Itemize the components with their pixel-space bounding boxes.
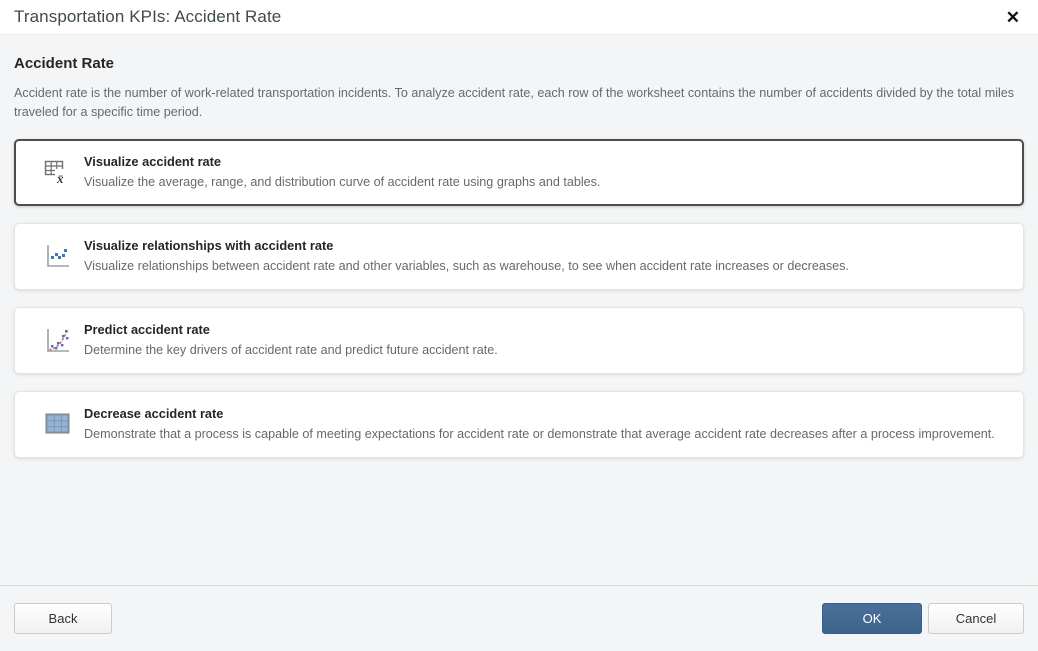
svg-text:x̄: x̄ xyxy=(56,171,64,186)
option-title: Decrease accident rate xyxy=(84,405,224,421)
intro-description: Accident rate is the number of work-rela… xyxy=(14,86,1015,119)
dialog-title: Transportation KPIs: Accident Rate xyxy=(14,7,282,26)
close-icon[interactable]: ✕ xyxy=(1004,7,1022,28)
page-title: Accident Rate xyxy=(14,55,115,72)
option-title: Predict accident rate xyxy=(84,321,210,337)
option-card-decrease-accident-rate[interactable]: Decrease accident rate Demonstrate that … xyxy=(14,390,1024,458)
dialog-footer: Back OK Cancel xyxy=(0,585,1038,651)
option-title: Visualize relationships with accident ra… xyxy=(84,237,334,253)
table-mean-icon: x̄ xyxy=(42,157,72,187)
option-description: Determine the key drivers of accident ra… xyxy=(84,342,498,357)
option-card-visualize-accident-rate[interactable]: x̄ Visualize accident rate Visualize the… xyxy=(14,138,1024,206)
ok-button[interactable]: OK xyxy=(822,603,922,634)
scatter-plot-icon xyxy=(42,241,72,271)
cancel-button[interactable]: Cancel xyxy=(928,603,1024,634)
option-description: Visualize the average, range, and distri… xyxy=(84,174,601,189)
footer-right-buttons: OK Cancel xyxy=(822,603,1024,634)
capability-table-icon xyxy=(42,409,72,439)
dialog-titlebar: Transportation KPIs: Accident Rate ✕ xyxy=(0,0,1038,34)
option-description: Visualize relationships between accident… xyxy=(84,258,849,273)
dialog-body: Accident Rate Accident rate is the numbe… xyxy=(0,34,1038,585)
transportation-kpis-dialog: Transportation KPIs: Accident Rate ✕ Acc… xyxy=(0,0,1038,651)
option-card-visualize-relationships[interactable]: Visualize relationships with accident ra… xyxy=(14,222,1024,290)
option-card-predict-accident-rate[interactable]: Predict accident rate Determine the key … xyxy=(14,306,1024,374)
trend-curve-icon xyxy=(42,325,72,355)
option-description: Demonstrate that a process is capable of… xyxy=(84,426,995,441)
option-title: Visualize accident rate xyxy=(84,153,222,169)
back-button[interactable]: Back xyxy=(14,603,112,634)
